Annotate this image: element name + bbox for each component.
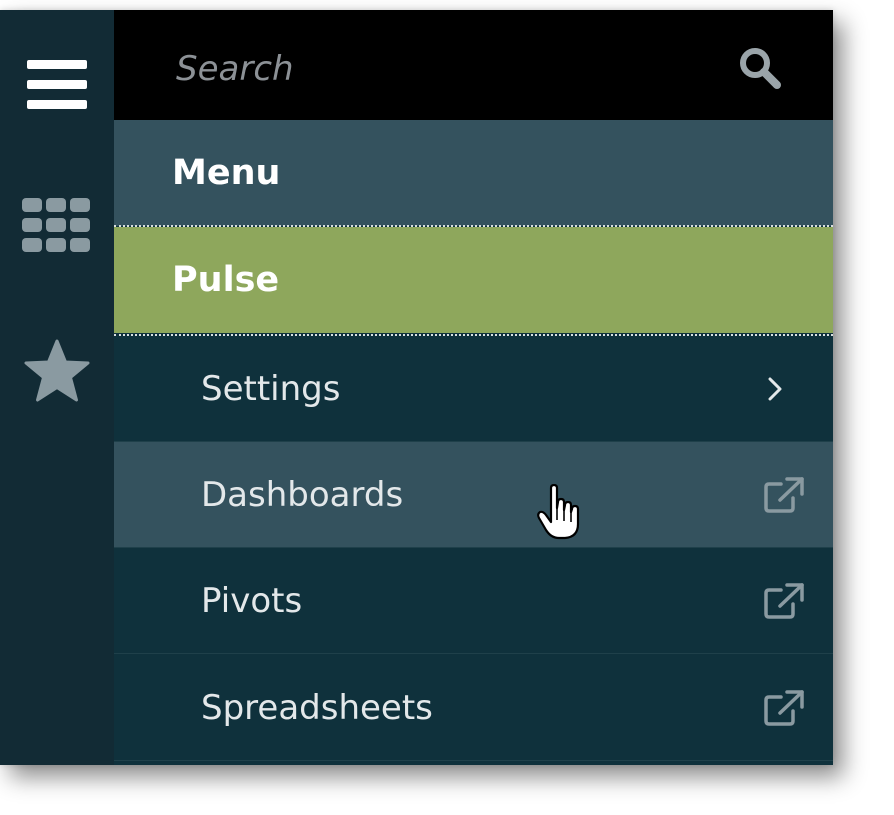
menu-item-label: Dashboards	[201, 474, 404, 515]
grid-icon	[22, 198, 90, 252]
hamburger-button[interactable]	[0, 40, 114, 130]
menu-panel: Menu Pulse Settings Dashboards Pivots	[114, 10, 833, 765]
star-icon	[24, 339, 90, 402]
search-bar	[114, 10, 833, 120]
search-input[interactable]	[174, 40, 698, 98]
menu-item-pulse[interactable]: Pulse	[114, 227, 833, 333]
external-link-icon	[764, 689, 804, 726]
menu-header-label: Menu	[172, 153, 281, 193]
menu-item-label: Spreadsheets	[201, 687, 433, 728]
menu-item-label: Pulse	[172, 260, 280, 300]
menu-header: Menu	[114, 120, 833, 226]
menu-item-settings[interactable]: Settings	[114, 336, 833, 442]
menu-item-dashboards[interactable]: Dashboards	[114, 442, 833, 548]
icon-rail	[0, 10, 114, 765]
menu-item-label: Pivots	[201, 580, 303, 621]
hamburger-icon	[27, 60, 87, 109]
chevron-right-icon	[768, 377, 782, 400]
search-button[interactable]	[738, 46, 786, 94]
menu-item-spreadsheets[interactable]: Spreadsheets	[114, 655, 833, 761]
menu-item-label: Settings	[201, 368, 341, 409]
favorites-button[interactable]	[0, 326, 114, 416]
external-link-icon	[764, 582, 804, 619]
menu-item-pivots[interactable]: Pivots	[114, 548, 833, 654]
external-link-icon	[764, 476, 804, 513]
hand-cursor-icon	[537, 484, 580, 540]
apps-grid-button[interactable]	[0, 181, 114, 271]
search-icon	[740, 48, 781, 89]
